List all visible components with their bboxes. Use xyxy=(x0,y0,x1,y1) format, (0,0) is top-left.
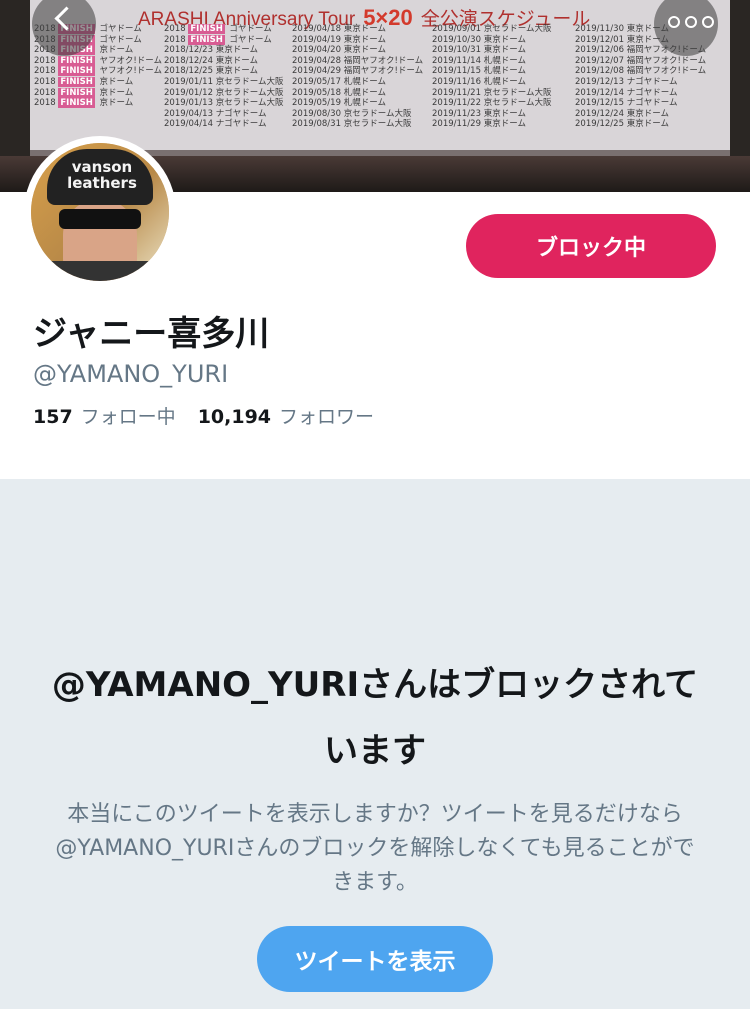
banner-schedule-row: 2018 FINISH ゴヤドーム xyxy=(164,34,272,45)
banner-schedule-board: ARASHI Anniversary Tour5×20全公演スケジュール 201… xyxy=(30,0,730,156)
banner-schedule-row: 2018/12/25 東京ドーム xyxy=(164,66,258,77)
user-handle: @YAMANO_YURI xyxy=(33,360,229,388)
avatar[interactable]: vanson leathers xyxy=(24,136,176,288)
banner-schedule-row: 2019/10/31 東京ドーム xyxy=(432,45,526,56)
banner-schedule-row: 2019/01/12 京セラドーム大阪 xyxy=(164,87,284,98)
banner-schedule-row: 2019/12/15 ナゴヤドーム xyxy=(575,98,678,109)
banner-schedule-row: 2019/11/22 京セラドーム大阪 xyxy=(432,98,552,109)
avatar-hat-text: vanson leathers xyxy=(67,158,137,192)
followers-count: 10,194 xyxy=(197,406,272,428)
banner-schedule-row: 2019/04/20 東京ドーム xyxy=(292,45,386,56)
banner-schedule-row: 2019/04/13 ナゴヤドーム xyxy=(164,108,267,119)
banner-schedule-row: 2018 FINISH ヤフオク!ドーム xyxy=(34,55,163,66)
banner-schedule-row: 2018 FINISH 京ドーム xyxy=(34,98,134,109)
display-name: ジャニー喜多川 xyxy=(33,314,270,354)
banner-schedule-row: 2019/10/30 東京ドーム xyxy=(432,34,526,45)
banner-schedule-row: 2019/11/23 東京ドーム xyxy=(432,108,526,119)
avatar-image: vanson leathers xyxy=(31,143,169,281)
banner-schedule-row: 2019/04/18 東京ドーム xyxy=(292,24,386,34)
show-tweets-button[interactable]: ツイートを表示 xyxy=(257,926,493,992)
banner-schedule-row: 2019/05/18 札幌ドーム xyxy=(292,87,386,98)
following-label: フォロー中 xyxy=(80,406,176,428)
banner-schedule-row: 2018/12/23 東京ドーム xyxy=(164,45,258,56)
banner-schedule-row: 2018/12/24 東京ドーム xyxy=(164,55,258,66)
banner-schedule-row: 2019/04/19 東京ドーム xyxy=(292,34,386,45)
banner-schedule-row: 2019/11/14 札幌ドーム xyxy=(432,55,526,66)
avatar-sunglasses xyxy=(59,209,141,229)
banner-schedule-column: 2018 FINISH ゴヤドーム 2018 FINISH ゴヤドーム 2018/1… xyxy=(164,24,283,130)
more-dots-icon xyxy=(668,16,714,28)
banner-schedule-row: 2019/12/13 ナゴヤドーム xyxy=(575,76,678,87)
banner-schedule-row: 2018 FINISH 京ドーム xyxy=(34,87,134,98)
banner-schedule-row: 2019/12/07 福岡ヤフオク!ドーム xyxy=(575,55,707,66)
following-count: 157 xyxy=(33,406,73,428)
banner-schedule-row: 2019/01/11 京セラドーム大阪 xyxy=(164,76,284,87)
chevron-left-icon xyxy=(54,6,79,31)
banner-schedule-row: 2018 FINISH ヤフオク!ドーム xyxy=(34,66,163,77)
banner-schedule-row: 2019/04/14 ナゴヤドーム xyxy=(164,119,267,130)
banner-schedule-column: 2019/09/01 京セラドーム大阪 2019/10/30 東京ドーム 2019/… xyxy=(432,24,551,130)
banner-schedule-row: 2019/11/29 東京ドーム xyxy=(432,119,526,130)
blocked-button[interactable]: ブロック中 xyxy=(466,214,716,278)
banner-schedule-row: 2019/05/17 札幌ドーム xyxy=(292,76,386,87)
banner-schedule-row: 2019/08/30 京セラドーム大阪 xyxy=(292,108,412,119)
banner-schedule-row: 2019/05/19 札幌ドーム xyxy=(292,98,386,109)
banner-schedule-row: 2019/04/28 福岡ヤフオク!ドーム xyxy=(292,55,424,66)
banner-schedule-row: 2018 FINISH ゴヤドーム xyxy=(164,24,272,34)
blocked-message-title: @YAMANO_YURIさんはブロックされています xyxy=(51,665,699,771)
following-link[interactable]: 157 フォロー中 xyxy=(33,402,176,429)
follow-stats: 157 フォロー中 10,194 フォロワー xyxy=(33,402,374,429)
banner-schedule-row: 2019/11/15 札幌ドーム xyxy=(432,66,526,77)
banner-schedule-row: 2019/12/25 東京ドーム xyxy=(575,119,669,130)
banner-schedule-row: 2019/11/16 札幌ドーム xyxy=(432,76,526,87)
banner-schedule-row: 2019/12/24 東京ドーム xyxy=(575,108,669,119)
banner-schedule-row: 2019/12/08 福岡ヤフオク!ドーム xyxy=(575,66,707,77)
banner-schedule-row: 2018 FINISH 京ドーム xyxy=(34,76,134,87)
followers-label: フォロワー xyxy=(279,406,375,428)
banner-schedule-row: 2019/11/21 京セラドーム大阪 xyxy=(432,87,552,98)
banner-schedule-row: 2019/09/01 京セラドーム大阪 xyxy=(432,24,552,34)
blocked-message-description: 本当にこのツイートを表示しますか？ツイートを見るだけなら@YAMANO_YURI… xyxy=(55,802,695,895)
banner-schedule-row: 2019/01/13 京セラドーム大阪 xyxy=(164,98,284,109)
banner-schedule-row: 2019/12/14 ナゴヤドーム xyxy=(575,87,678,98)
banner-schedule-column: 2019/04/18 東京ドーム 2019/04/19 東京ドーム 2019/04/… xyxy=(292,24,423,130)
banner-schedule-row: 2019/08/31 京セラドーム大阪 xyxy=(292,119,412,130)
banner-schedule-row: 2019/04/29 福岡ヤフオク!ドーム xyxy=(292,66,424,77)
followers-link[interactable]: 10,194 フォロワー xyxy=(198,402,374,429)
